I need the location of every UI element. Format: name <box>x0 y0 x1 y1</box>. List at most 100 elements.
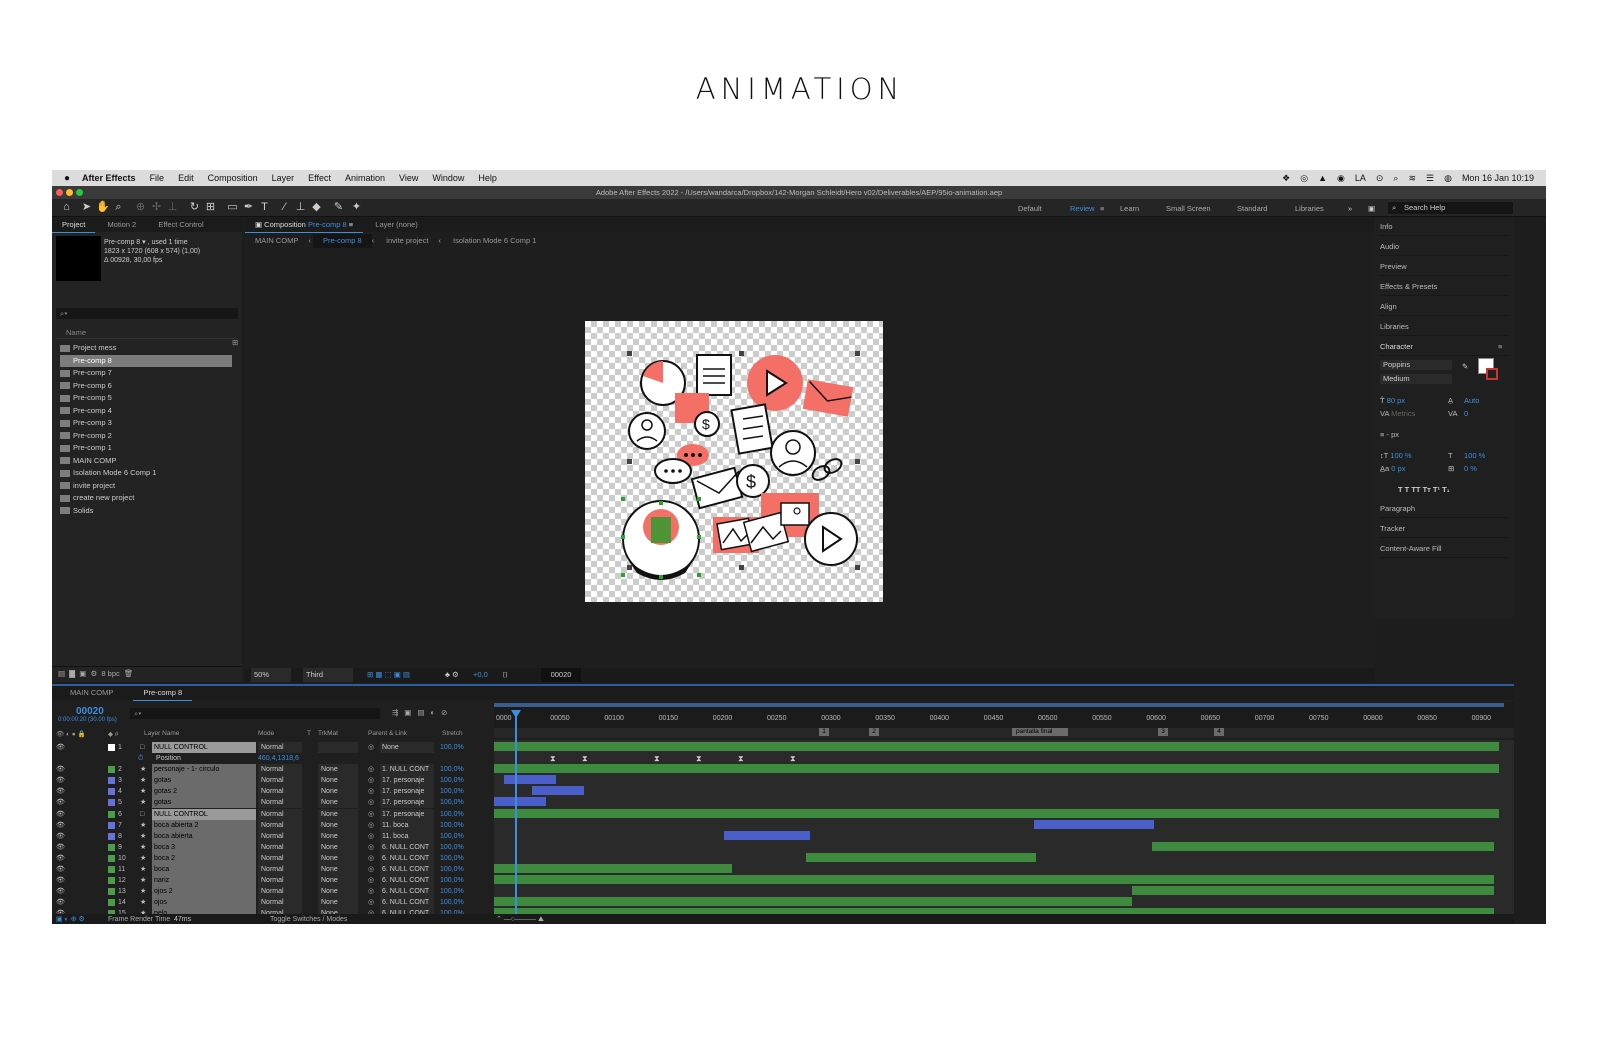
header-t[interactable]: T <box>307 730 311 737</box>
hand-tool-icon[interactable]: ✋ <box>96 201 110 214</box>
fit-screen-icon[interactable]: ▣ <box>1368 204 1375 213</box>
blend-mode-dropdown[interactable]: Normal <box>258 841 302 853</box>
comp-canvas[interactable]: $ $ <box>585 321 883 602</box>
parent-dropdown[interactable]: 6. NULL CONT <box>380 875 434 887</box>
type-tool-icon[interactable]: T <box>258 201 271 214</box>
marker-3[interactable]: 3 <box>1158 728 1168 736</box>
comp-timecode[interactable]: 00020 <box>541 668 581 682</box>
track-matte-dropdown[interactable]: None <box>318 786 358 798</box>
time-ruler[interactable]: 0000 00050 00100 00150 00200 00250 00300 00350 0… <box>494 702 1514 728</box>
pickwhip-icon[interactable]: ◎ <box>368 831 374 842</box>
character-menu-icon[interactable]: ≡ <box>1498 342 1502 351</box>
siri-icon[interactable]: ◍ <box>1444 173 1452 184</box>
workspace-menu-icon[interactable]: ≡ <box>1100 204 1104 213</box>
marker-pantalla-final[interactable]: pantalla final <box>1012 728 1068 736</box>
project-item[interactable]: Pre-comp 2 <box>60 430 232 442</box>
position-value[interactable]: 460,4,1318,6 <box>258 753 299 764</box>
tsume-value[interactable]: 0 % <box>1464 462 1477 475</box>
panel-info[interactable]: Info <box>1380 218 1508 236</box>
layer-name[interactable]: ojos <box>152 897 256 909</box>
parent-dropdown[interactable]: 11. boca <box>380 830 434 842</box>
track-matte-dropdown[interactable]: None <box>318 808 358 820</box>
av-features-icons[interactable]: 👁 ◐ ● 🔒 <box>56 730 86 738</box>
zoom-slider[interactable]: ⌃ —○——— ⛰ <box>496 914 544 924</box>
home-icon[interactable]: ⌂ <box>60 201 73 214</box>
panel-content-aware-fill[interactable]: Content-Aware Fill <box>1380 540 1508 558</box>
keyframe-icon[interactable]: ⧗ <box>696 754 702 764</box>
zoom-tool-icon[interactable]: ⌕ <box>112 201 125 214</box>
parent-dropdown[interactable]: 6. NULL CONT <box>380 841 434 853</box>
layer-name[interactable]: boca <box>152 864 256 875</box>
layer-duration-bar[interactable] <box>494 797 546 807</box>
eye-icon[interactable]: 👁 <box>56 797 65 808</box>
label-color-swatch[interactable] <box>108 799 115 807</box>
crumb-isolation[interactable]: Isolation Mode 6 Comp 1 <box>443 234 546 248</box>
keyframe-icon[interactable]: ⧗ <box>738 754 744 764</box>
blend-mode-dropdown[interactable]: Normal <box>258 830 302 842</box>
minimize-window-icon[interactable] <box>66 189 73 196</box>
rotate-tool-icon[interactable]: ↻ <box>188 201 201 214</box>
eye-icon[interactable]: 👁 <box>56 853 65 864</box>
layer-duration-bar[interactable] <box>494 864 732 873</box>
layer-row[interactable]: 👁 8 ★ boca abierta Normal None ◎ 11. boca 100,0% <box>52 830 492 842</box>
eraser-tool-icon[interactable]: ◆ <box>310 201 323 214</box>
blend-mode-dropdown[interactable]: Normal <box>258 775 302 787</box>
project-item[interactable]: Project mess <box>60 342 232 354</box>
project-item[interactable]: MAIN COMP <box>60 455 232 467</box>
stretch-value[interactable]: 100,0% <box>438 886 488 897</box>
stretch-value[interactable]: 100,0% <box>438 764 488 775</box>
workspace-review[interactable]: Review <box>1070 204 1095 213</box>
layer-row[interactable]: 👁 9 ★ boca 3 Normal None ◎ 6. NULL CONT 100,0% <box>52 841 492 853</box>
label-color-swatch[interactable] <box>108 777 115 785</box>
panel-paragraph[interactable]: Paragraph <box>1380 500 1508 518</box>
column-name-header[interactable]: Name <box>66 328 86 337</box>
stretch-value[interactable]: 100,0% <box>438 831 488 842</box>
stretch-value[interactable]: 100,0% <box>438 842 488 853</box>
panel-preview[interactable]: Preview <box>1380 258 1508 276</box>
label-color-swatch[interactable] <box>108 843 115 851</box>
eyedropper-icon[interactable]: ✎ <box>1462 362 1468 371</box>
track-matte-dropdown[interactable]: None <box>318 886 358 898</box>
layer-row[interactable]: 👁 14 ★ ojos Normal None ◎ 6. NULL CONT 100,0% <box>52 897 492 909</box>
dropbox-icon[interactable]: ❖ <box>1282 173 1290 184</box>
eye-icon[interactable]: 👁 <box>56 864 65 875</box>
blend-mode-dropdown[interactable]: Normal <box>258 764 302 776</box>
search-icon[interactable]: ⌕ <box>1393 173 1398 184</box>
track-matte-dropdown[interactable]: None <box>318 819 358 831</box>
flowchart-icon[interactable]: ⊞ <box>232 338 238 347</box>
parent-dropdown[interactable]: 17. personaje <box>380 808 434 820</box>
layer-name[interactable]: ojos 2 <box>152 886 256 898</box>
eye-icon[interactable]: 👁 <box>56 886 65 897</box>
layer-row[interactable]: 👁 11 ★ boca Normal None ◎ 6. NULL CONT 100,0% <box>52 864 492 875</box>
project-item[interactable]: Solids <box>60 505 232 517</box>
anchor-tool-icon[interactable]: ⊞ <box>204 201 217 214</box>
color-channels-icon[interactable]: ♣ ⚙ <box>445 668 459 682</box>
pickwhip-icon[interactable]: ◎ <box>368 809 374 820</box>
tab-layer[interactable]: Layer (none) <box>365 218 428 232</box>
layer-name[interactable]: personaje - 1- circulo <box>152 764 256 776</box>
eye-icon[interactable]: 👁 <box>56 820 65 831</box>
pickwhip-icon[interactable]: ◎ <box>368 764 374 775</box>
crumb-main-comp[interactable]: MAIN COMP <box>245 234 308 248</box>
keyframe-icon[interactable]: ⧗ <box>550 754 556 764</box>
blend-mode-dropdown[interactable]: Normal <box>258 852 302 864</box>
header-stretch[interactable]: Stretch <box>442 730 463 737</box>
layer-name[interactable]: boca abierta <box>152 830 256 842</box>
zoom-dropdown[interactable]: 50% <box>251 668 291 682</box>
stretch-value[interactable]: 100,0% <box>438 797 488 808</box>
stretch-value[interactable]: 100,0% <box>438 809 488 820</box>
panel-tracker[interactable]: Tracker <box>1380 520 1508 538</box>
blend-mode-dropdown[interactable]: Normal <box>258 786 302 798</box>
layer-duration-bar[interactable] <box>1034 819 1154 829</box>
layer-name[interactable]: NULL CONTROL <box>152 808 256 820</box>
crumb-invite-project[interactable]: invite project <box>376 234 438 248</box>
pickwhip-icon[interactable]: ◎ <box>368 886 374 897</box>
menu-file[interactable]: File <box>150 173 165 183</box>
text-style-buttons[interactable]: T T TT Tт T¹ T₁ <box>1380 483 1510 496</box>
stretch-value[interactable]: 100,0% <box>438 897 488 908</box>
clone-stamp-icon[interactable]: ⊥ <box>294 201 307 214</box>
layer-row[interactable]: 👁 2 ★ personaje - 1- circulo Normal None ◎ 1. N… <box>52 764 492 776</box>
track-matte-dropdown[interactable]: None <box>318 897 358 909</box>
layer-name[interactable]: boca abierta 2 <box>152 819 256 831</box>
search-help-field[interactable]: ⌕ Search Help <box>1388 202 1513 214</box>
